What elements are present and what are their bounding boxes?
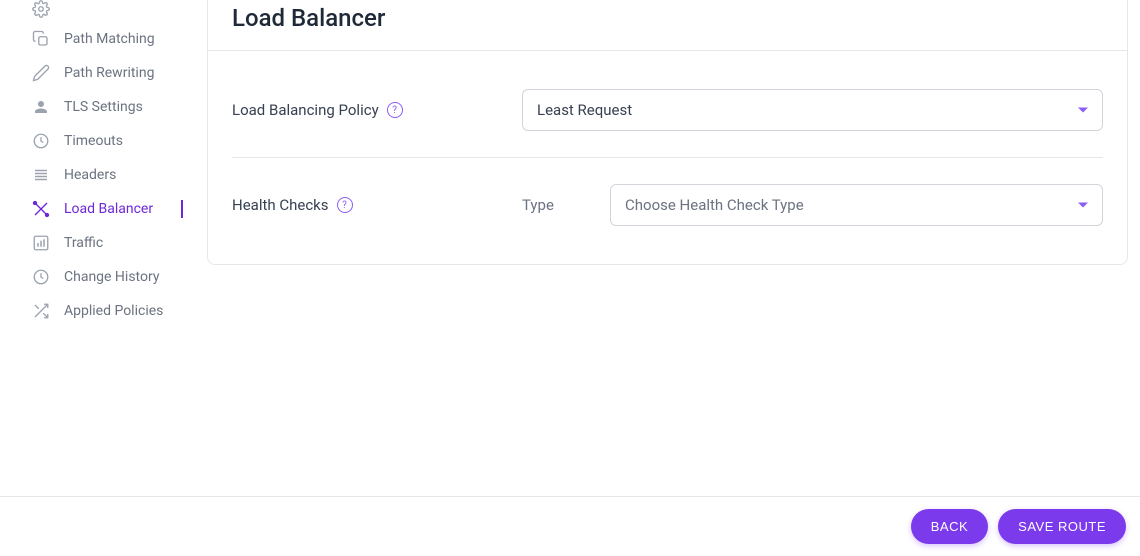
- sidebar-item-general-top[interactable]: [0, 0, 195, 22]
- card-header: Load Balancer: [208, 0, 1127, 51]
- sidebar-item-label: Path Matching: [64, 31, 155, 47]
- health-check-type-label: Type: [522, 196, 592, 214]
- lb-policy-label: Load Balancing Policy: [232, 101, 379, 119]
- sidebar-item-label: Headers: [64, 167, 116, 183]
- pencil-icon: [32, 64, 50, 82]
- page-title: Load Balancer: [232, 4, 1103, 32]
- sidebar-item-tls-settings[interactable]: TLS Settings: [0, 90, 195, 124]
- settings-card: Load Balancer Load Balancing Policy ? Le…: [207, 0, 1128, 265]
- sidebar-item-applied-policies[interactable]: Applied Policies: [0, 294, 195, 328]
- sidebar-item-path-rewriting[interactable]: Path Rewriting: [0, 56, 195, 90]
- lines-icon: [32, 166, 50, 184]
- sidebar-item-load-balancer[interactable]: Load Balancer: [0, 192, 195, 226]
- card-body: Load Balancing Policy ? Least Request He…: [208, 51, 1127, 264]
- gear-icon: [32, 0, 50, 18]
- sidebar-item-timeouts[interactable]: Timeouts: [0, 124, 195, 158]
- health-checks-control: Type Choose Health Check Type: [522, 184, 1103, 226]
- back-button[interactable]: BACK: [911, 509, 988, 544]
- sidebar-item-label: Load Balancer: [64, 201, 153, 217]
- sidebar-item-label: Traffic: [64, 235, 103, 251]
- sidebar: Path Matching Path Rewriting TLS Setting…: [0, 0, 195, 556]
- health-checks-label: Health Checks: [232, 196, 329, 214]
- sidebar-item-label: TLS Settings: [64, 99, 143, 115]
- clock-icon: [32, 268, 50, 286]
- lb-policy-label-wrap: Load Balancing Policy ?: [232, 101, 522, 119]
- main-content: Load Balancer Load Balancing Policy ? Le…: [195, 0, 1140, 556]
- sidebar-item-label: Timeouts: [64, 133, 123, 149]
- sidebar-item-label: Change History: [64, 269, 159, 285]
- clock-icon: [32, 132, 50, 150]
- sidebar-item-change-history[interactable]: Change History: [0, 260, 195, 294]
- lb-policy-row: Load Balancing Policy ? Least Request: [232, 75, 1103, 145]
- sidebar-item-label: Path Rewriting: [64, 65, 154, 81]
- save-route-button[interactable]: SAVE ROUTE: [998, 509, 1126, 544]
- sidebar-item-headers[interactable]: Headers: [0, 158, 195, 192]
- sidebar-item-traffic[interactable]: Traffic: [0, 226, 195, 260]
- health-check-type-select[interactable]: Choose Health Check Type: [610, 184, 1103, 226]
- footer-actions: BACK SAVE ROUTE: [0, 496, 1140, 556]
- help-icon[interactable]: ?: [387, 102, 403, 118]
- chart-icon: [32, 234, 50, 252]
- copy-icon: [32, 30, 50, 48]
- lb-policy-select[interactable]: Least Request: [522, 89, 1103, 131]
- health-checks-label-wrap: Health Checks ?: [232, 196, 522, 214]
- health-checks-row: Health Checks ? Type Choose Health Check…: [232, 157, 1103, 240]
- sidebar-item-path-matching[interactable]: Path Matching: [0, 22, 195, 56]
- lb-policy-control: Least Request: [522, 89, 1103, 131]
- health-check-type-placeholder: Choose Health Check Type: [625, 196, 804, 214]
- sidebar-item-label: Applied Policies: [64, 303, 163, 319]
- cross-tools-icon: [32, 200, 50, 218]
- user-icon: [32, 98, 50, 116]
- shuffle-icon: [32, 302, 50, 320]
- help-icon[interactable]: ?: [337, 197, 353, 213]
- lb-policy-value: Least Request: [537, 101, 632, 119]
